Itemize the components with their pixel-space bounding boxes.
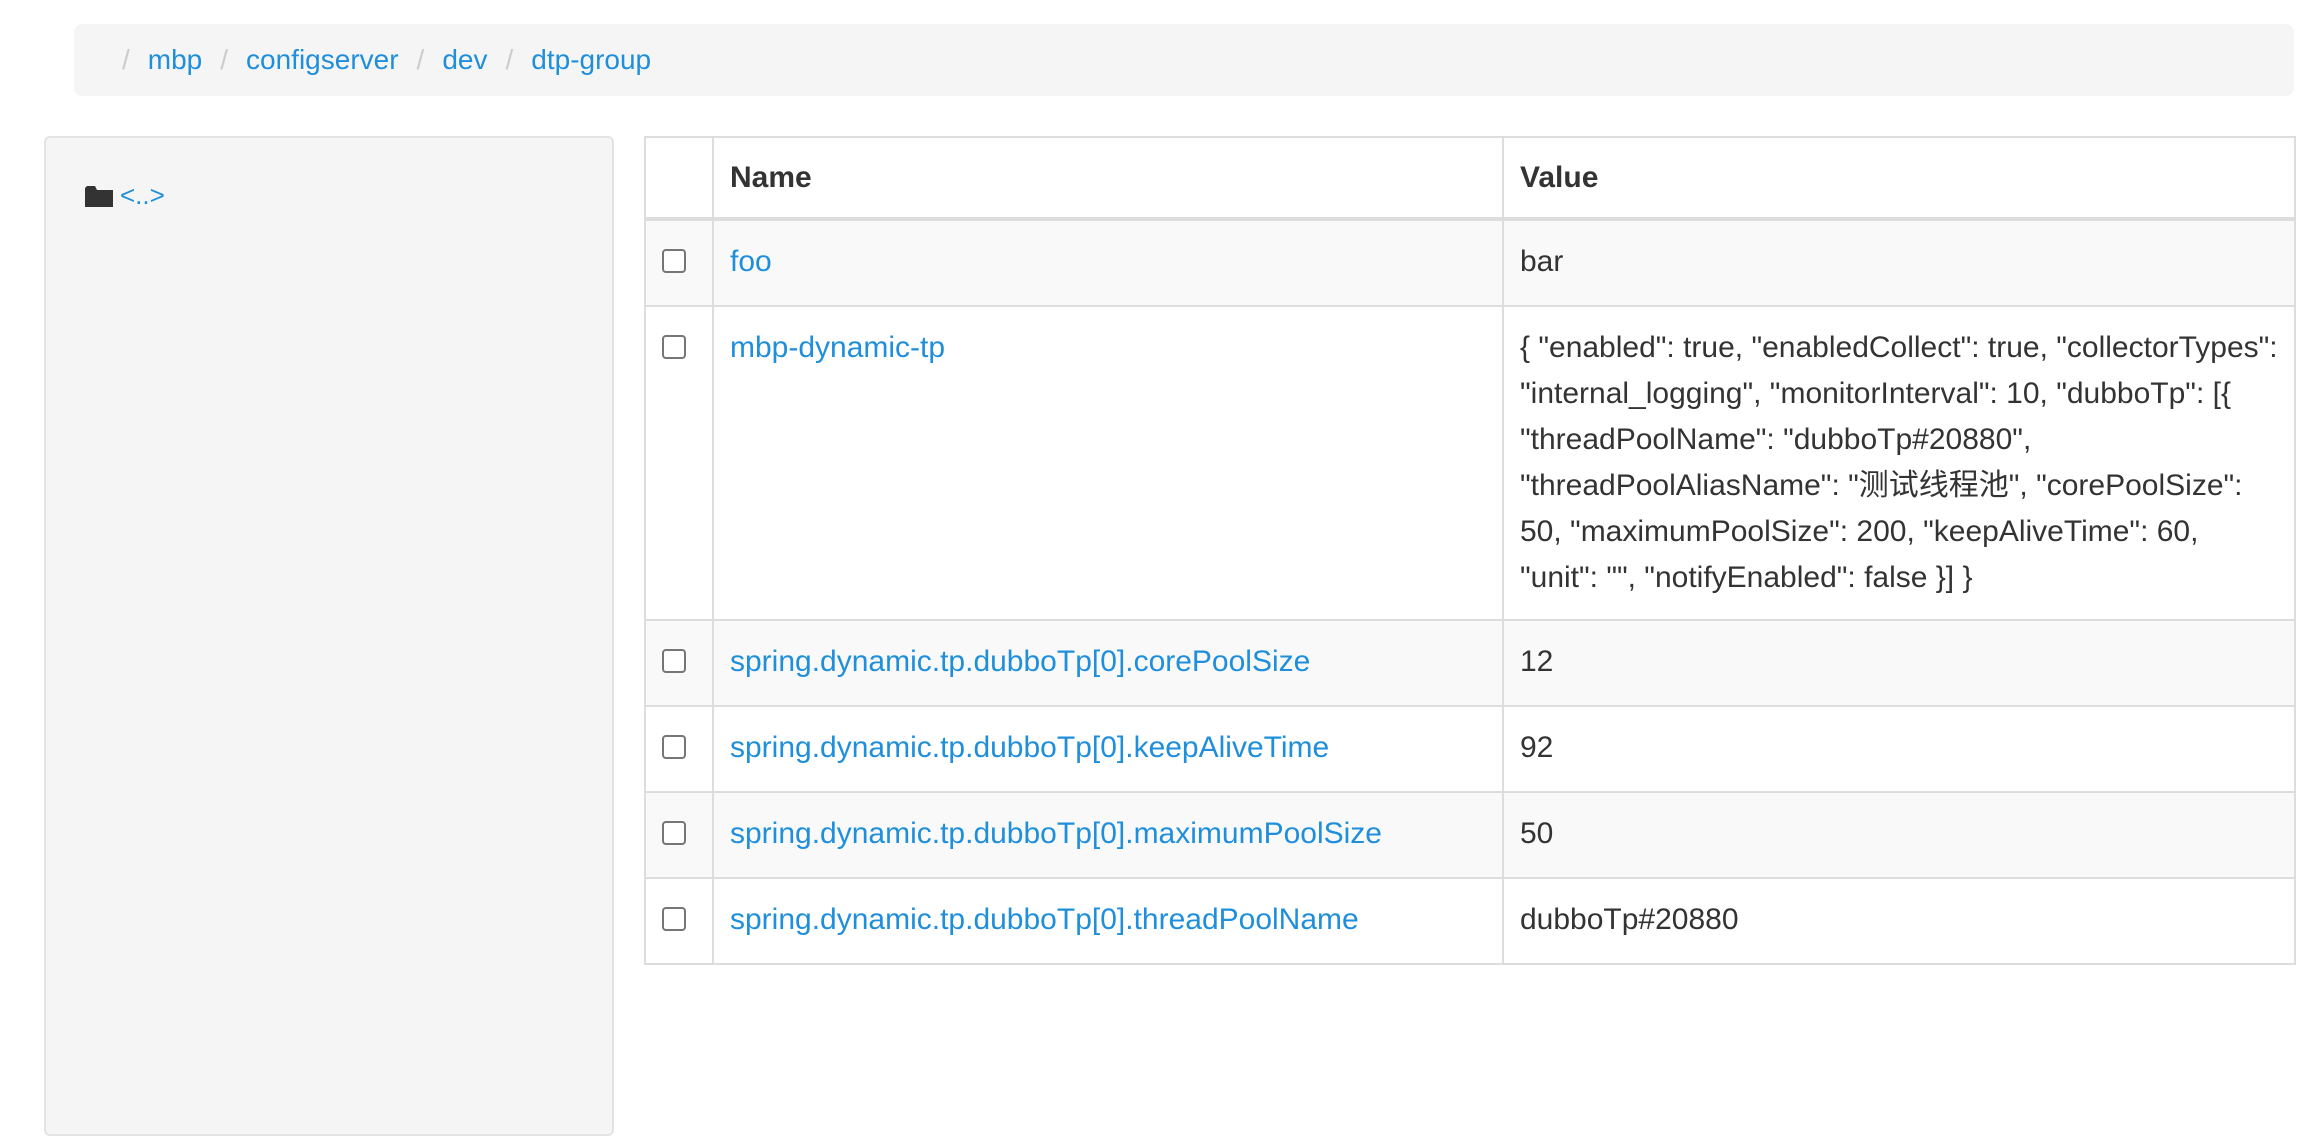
name-cell: spring.dynamic.tp.dubboTp[0].keepAliveTi…	[712, 705, 1504, 793]
table-row: mbp-dynamic-tp { "enabled": true, "enabl…	[644, 305, 2296, 621]
property-value: bar	[1502, 218, 2296, 307]
property-value: 92	[1502, 705, 2296, 793]
name-cell: mbp-dynamic-tp	[712, 305, 1504, 621]
name-cell: foo	[712, 218, 1504, 307]
select-cell	[644, 619, 714, 707]
folder-icon	[84, 183, 114, 209]
row-checkbox[interactable]	[662, 821, 686, 845]
table-row: spring.dynamic.tp.dubboTp[0].corePoolSiz…	[644, 619, 2296, 707]
select-cell	[644, 877, 714, 965]
name-column-header: Name	[712, 136, 1504, 221]
breadcrumb-separator: /	[505, 44, 514, 75]
row-checkbox[interactable]	[662, 907, 686, 931]
breadcrumb-separator: /	[122, 44, 130, 75]
properties-table: Name Value foo bar mbp-dynamic-tp { "ena…	[644, 136, 2296, 965]
breadcrumb-item-configserver[interactable]: configserver	[246, 44, 399, 76]
breadcrumb-item-dtp-group[interactable]: dtp-group	[531, 44, 651, 76]
property-value: { "enabled": true, "enabledCollect": tru…	[1502, 305, 2296, 621]
property-name-link[interactable]: spring.dynamic.tp.dubboTp[0].keepAliveTi…	[730, 731, 1329, 764]
parent-directory-item[interactable]: <..>	[84, 180, 165, 211]
breadcrumb-item-dev[interactable]: dev	[442, 44, 487, 76]
property-name-link[interactable]: foo	[730, 245, 772, 278]
property-name-link[interactable]: spring.dynamic.tp.dubboTp[0].corePoolSiz…	[730, 645, 1310, 678]
property-value: 12	[1502, 619, 2296, 707]
select-column-header	[644, 136, 714, 221]
select-cell	[644, 791, 714, 879]
breadcrumb-separator: /	[220, 44, 229, 75]
name-cell: spring.dynamic.tp.dubboTp[0].threadPoolN…	[712, 877, 1504, 965]
row-checkbox[interactable]	[662, 249, 686, 273]
row-checkbox[interactable]	[662, 735, 686, 759]
property-value: dubboTp#20880	[1502, 877, 2296, 965]
breadcrumb-item-mbp[interactable]: mbp	[148, 44, 202, 76]
sidebar-panel: <..>	[44, 136, 614, 1136]
table-row: foo bar	[644, 218, 2296, 307]
table-row: spring.dynamic.tp.dubboTp[0].threadPoolN…	[644, 877, 2296, 965]
value-column-header: Value	[1502, 136, 2296, 221]
table-row: spring.dynamic.tp.dubboTp[0].maximumPool…	[644, 791, 2296, 879]
table-row: spring.dynamic.tp.dubboTp[0].keepAliveTi…	[644, 705, 2296, 793]
table-header-row: Name Value	[644, 136, 2296, 221]
select-cell	[644, 218, 714, 307]
property-name-link[interactable]: spring.dynamic.tp.dubboTp[0].maximumPool…	[730, 817, 1382, 850]
row-checkbox[interactable]	[662, 335, 686, 359]
select-cell	[644, 705, 714, 793]
breadcrumb-separator: /	[416, 44, 425, 75]
breadcrumb: / mbp / configserver / dev / dtp-group	[74, 24, 2294, 96]
parent-directory-link[interactable]: <..>	[120, 180, 165, 211]
name-cell: spring.dynamic.tp.dubboTp[0].maximumPool…	[712, 791, 1504, 879]
select-cell	[644, 305, 714, 621]
property-name-link[interactable]: mbp-dynamic-tp	[730, 331, 945, 364]
name-cell: spring.dynamic.tp.dubboTp[0].corePoolSiz…	[712, 619, 1504, 707]
property-value: 50	[1502, 791, 2296, 879]
property-name-link[interactable]: spring.dynamic.tp.dubboTp[0].threadPoolN…	[730, 903, 1359, 936]
row-checkbox[interactable]	[662, 649, 686, 673]
